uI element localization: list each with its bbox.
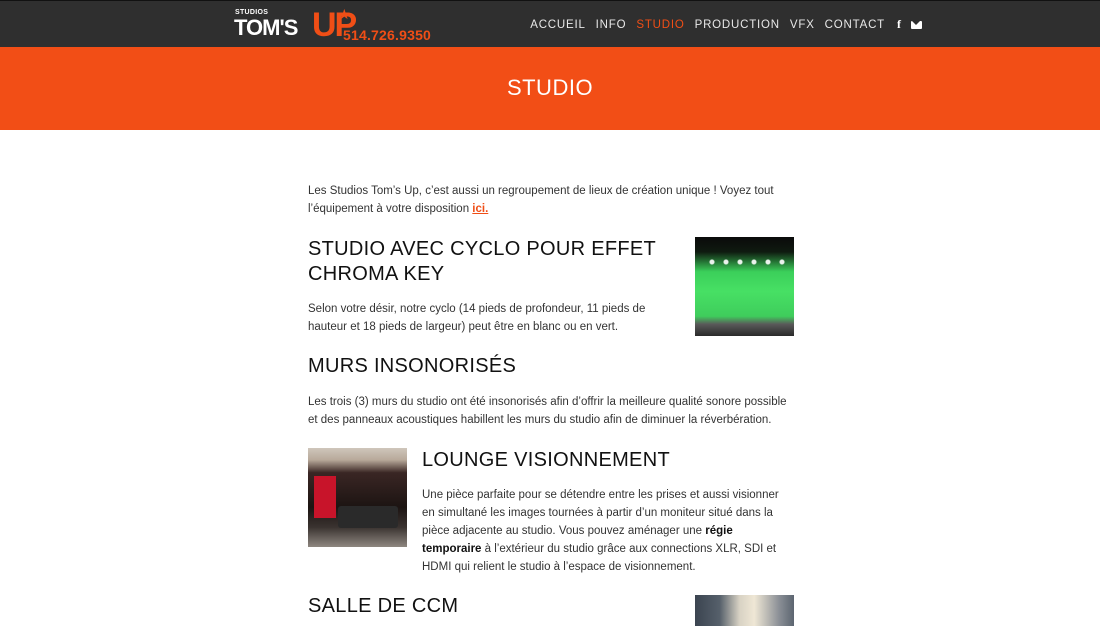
section-title-ccm: SALLE DE CCM [308,595,459,617]
ccm-room-image [695,595,794,626]
site-header: STUDIOS TOM'S UP ★ 514.726.9350 ACCUEIL … [0,0,1100,47]
nav-production[interactable]: PRODUCTION [695,19,780,31]
equipment-link[interactable]: ici. [472,203,488,215]
logo[interactable]: STUDIOS TOM'S UP ★ 514.726.9350 [234,6,444,44]
page-title: STUDIO [506,75,594,100]
logo-toms-text: TOM'S [234,15,298,40]
nav-studio[interactable]: STUDIO [636,19,684,31]
cyclo-studio-image [695,237,794,336]
mail-icon[interactable] [911,20,922,29]
intro-text: Les Studios Tom’s Up, c’est aussi un reg… [308,185,774,215]
section-text-murs: Les trois (3) murs du studio ont été ins… [308,396,787,426]
section-title-murs: MURS INSONORISÉS [308,355,517,377]
facebook-icon[interactable]: f [897,17,901,32]
star-icon: ★ [338,6,351,22]
section-title-lounge: LOUNGE VISIONNEMENT [422,449,670,471]
nav-accueil[interactable]: ACCUEIL [530,19,585,31]
section-title-cyclo: STUDIO AVEC CYCLO POUR EFFET CHROMA KEY [308,238,656,285]
section-text-cyclo: Selon votre désir, notre cyclo (14 pieds… [308,303,646,333]
section-text-lounge: Une pièce parfaite pour se détendre entr… [422,486,794,576]
lounge-image [308,448,407,547]
nav-contact[interactable]: CONTACT [825,19,885,31]
phone-number[interactable]: 514.726.9350 [343,27,431,43]
intro-paragraph: Les Studios Tom’s Up, c’est aussi un reg… [308,182,794,218]
page-banner: STUDIO [0,47,1100,130]
nav-info[interactable]: INFO [596,19,627,31]
main-nav: ACCUEIL INFO STUDIO PRODUCTION VFX CONTA… [520,17,922,32]
nav-vfx[interactable]: VFX [790,19,815,31]
